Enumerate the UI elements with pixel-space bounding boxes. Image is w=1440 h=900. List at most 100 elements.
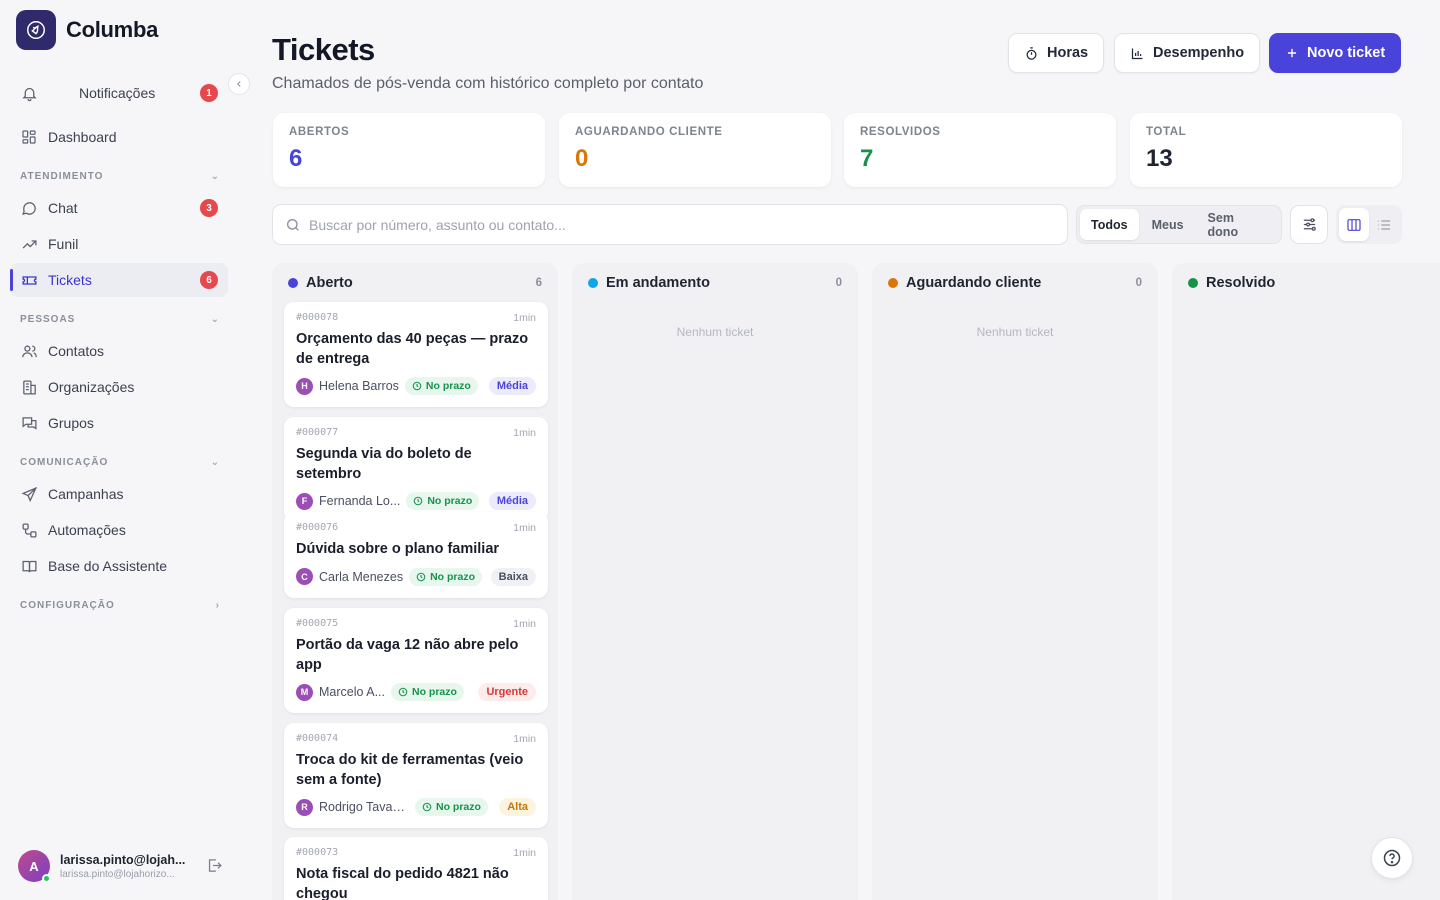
sidebar-item-dashboard[interactable]: Dashboard: [10, 120, 228, 154]
avatar: A: [18, 850, 51, 883]
kanban-view-button[interactable]: [1339, 208, 1369, 241]
collapse-sidebar-button[interactable]: [228, 73, 250, 95]
sidebar-item-tickets[interactable]: Tickets 6: [10, 263, 228, 297]
sidebar-item-grupos[interactable]: Grupos: [10, 406, 228, 440]
sidebar-item-label: Dashboard: [48, 129, 117, 145]
sidebar-item-funil[interactable]: Funil: [10, 227, 228, 261]
ticket-id: #000074: [296, 733, 339, 744]
sidebar-item-chat[interactable]: Chat 3: [10, 191, 228, 225]
desempenho-button[interactable]: Desempenho: [1114, 33, 1261, 73]
users-icon: [20, 342, 38, 360]
search-bar[interactable]: [272, 204, 1068, 245]
ticket-card[interactable]: #000076 1min Dúvida sobre o plano familia…: [284, 512, 548, 598]
priority-badge: Urgente: [478, 683, 536, 701]
filter-todos[interactable]: Todos: [1080, 209, 1139, 240]
sidebar-item-campanhas[interactable]: Campanhas: [10, 477, 228, 511]
filters-button[interactable]: [1290, 205, 1328, 244]
user-menu[interactable]: A larissa.pinto@lojah... larissa.pinto@l…: [18, 848, 228, 884]
ticket-time: 1min: [513, 733, 536, 745]
sla-badge: No prazo: [409, 567, 482, 586]
ticket-card[interactable]: #000073 1min Nota fiscal do pedido 4821 n…: [284, 837, 548, 900]
ticket-title: Portão da vaga 12 não abre pelo app: [296, 637, 519, 673]
user-name: larissa.pinto@lojah...: [60, 852, 186, 867]
contact-name: Marcelo A...: [319, 685, 385, 699]
section-label: COMUNICAÇÃO: [20, 457, 109, 468]
search-input[interactable]: [309, 216, 1029, 233]
status-dot: [888, 278, 898, 288]
sidebar-item-notifications[interactable]: Notificações 1: [10, 76, 228, 110]
sla-label: No prazo: [430, 570, 475, 583]
chat-bubble-icon: [20, 199, 38, 217]
logout-icon[interactable]: [206, 857, 223, 874]
sla-label: No prazo: [436, 801, 481, 813]
contact-name: Helena Barros: [319, 379, 399, 393]
stat-value: 0: [575, 145, 589, 172]
column-em-andamento: Em andamento 0 Nenhum ticket: [572, 263, 858, 900]
section-comunicacao[interactable]: COMUNICAÇÃO ⌄: [20, 457, 220, 468]
ticket-card[interactable]: #000078 1min Orçamento das 40 peças — pra…: [284, 302, 548, 407]
horas-button[interactable]: Horas: [1008, 33, 1105, 73]
avatar-initial: A: [29, 858, 39, 874]
stat-label: RESOLVIDOS: [860, 126, 941, 138]
sidebar: Columba Notificações 1 Dashboard ATENDIM…: [0, 0, 250, 900]
contact-avatar: R: [296, 798, 313, 816]
column-aberto: Aberto 6 #000078 1min Orçamento das 40 pe…: [272, 263, 558, 900]
ticket-time: 1min: [513, 618, 536, 630]
column-title: Em andamento: [606, 275, 710, 291]
book-icon: [20, 557, 38, 575]
ticket-time: 1min: [513, 522, 536, 534]
contact-avatar: H: [296, 377, 313, 395]
owner-filter: Todos Meus Sem dono: [1076, 205, 1282, 244]
stat-value: 6: [289, 145, 303, 172]
stat-card-abertos: ABERTOS 6: [273, 113, 545, 187]
columns-icon: [1347, 218, 1361, 231]
section-atendimento[interactable]: ATENDIMENTO ⌄: [20, 171, 220, 182]
column-count: 6: [535, 277, 542, 289]
sidebar-item-label: Chat: [48, 200, 78, 216]
brand-name: Columba: [66, 17, 159, 42]
stat-card-total: TOTAL 13: [1130, 113, 1402, 187]
ticket-id: #000076: [296, 522, 339, 533]
ticket-title: Orçamento das 40 peças — prazo de entreg…: [296, 331, 529, 367]
clock-icon: [416, 572, 426, 582]
novo-ticket-button[interactable]: Novo ticket: [1269, 33, 1402, 73]
help-button[interactable]: [1371, 837, 1413, 879]
sla-label: No prazo: [425, 380, 471, 392]
help-circle-icon: [1383, 849, 1401, 867]
sla-badge: No prazo: [404, 377, 478, 395]
tickets-badge: 6: [200, 271, 218, 289]
plus-icon: [1285, 46, 1299, 60]
filter-meus[interactable]: Meus: [1141, 209, 1195, 240]
clock-icon: [413, 496, 423, 506]
column-count: 0: [1135, 277, 1142, 289]
sidebar-item-base-assistente[interactable]: Base do Assistente: [10, 549, 228, 583]
sla-label: No prazo: [427, 495, 473, 507]
ticket-card[interactable]: #000074 1min Troca do kit de ferramentas …: [284, 723, 548, 828]
sidebar-item-automacoes[interactable]: Automações: [10, 513, 228, 547]
user-email: larissa.pinto@lojahorizo...: [60, 868, 175, 880]
column-count: 0: [835, 277, 842, 289]
clock-icon: [398, 687, 408, 697]
sidebar-item-organizacoes[interactable]: Organizações: [10, 370, 228, 404]
sidebar-item-contatos[interactable]: Contatos: [10, 334, 228, 368]
status-dot: [288, 278, 298, 288]
brand[interactable]: Columba: [16, 10, 158, 50]
button-label: Desempenho: [1153, 45, 1245, 61]
list-view-button[interactable]: [1369, 208, 1399, 241]
priority-badge: Alta: [499, 798, 536, 816]
status-dot: [1188, 278, 1198, 288]
contact-avatar: F: [296, 492, 313, 510]
section-pessoas[interactable]: PESSOAS ⌄: [20, 314, 220, 325]
sla-badge: No prazo: [391, 683, 464, 701]
ticket-time: 1min: [513, 427, 536, 439]
column-title: Resolvido: [1206, 275, 1276, 291]
ticket-card[interactable]: #000077 1min Segunda via do boleto de set…: [284, 417, 548, 522]
contact-name: Rodrigo Tavares: [319, 800, 409, 814]
stat-card-aguardando: AGUARDANDO CLIENTE 0: [559, 113, 831, 187]
stat-label: AGUARDANDO CLIENTE: [575, 126, 723, 138]
filter-sem-dono[interactable]: Sem dono: [1197, 209, 1278, 240]
section-configuracao[interactable]: CONFIGURAÇÃO ›: [20, 600, 220, 611]
messages-icon: [20, 414, 38, 432]
ticket-card[interactable]: #000075 1min Portão da vaga 12 não abre p…: [284, 608, 548, 713]
ticket-id: #000075: [296, 618, 339, 629]
